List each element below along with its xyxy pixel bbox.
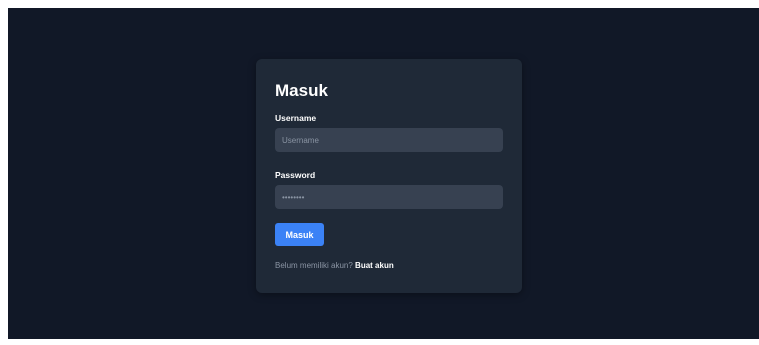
username-input[interactable] <box>275 128 503 152</box>
register-prompt: Belum memiliki akun? Buat akun <box>275 261 502 271</box>
register-prompt-text: Belum memiliki akun? <box>275 261 353 270</box>
login-title: Masuk <box>275 81 328 100</box>
password-label: Password <box>275 170 316 180</box>
app-viewport: Masuk Username Password Masuk Belum memi… <box>8 8 759 339</box>
login-card: Masuk Username Password Masuk Belum memi… <box>256 59 522 293</box>
create-account-link[interactable]: Buat akun <box>355 261 394 270</box>
login-button[interactable]: Masuk <box>275 223 324 246</box>
password-input[interactable] <box>275 185 503 209</box>
username-label: Username <box>275 113 317 123</box>
